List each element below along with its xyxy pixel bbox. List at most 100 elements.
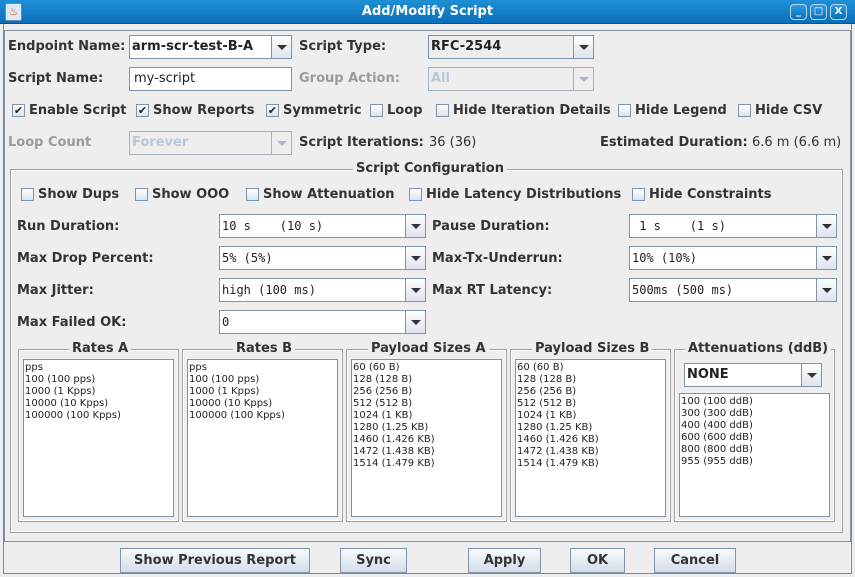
group-action-combo[interactable]: All xyxy=(428,67,594,91)
script-type-combo[interactable]: RFC-2544 xyxy=(428,35,594,59)
hide-iteration-details-checkbox[interactable]: Hide Iteration Details xyxy=(436,103,611,118)
chevron-down-icon[interactable] xyxy=(271,132,291,154)
list-item[interactable]: 1514 (1.479 KB) xyxy=(353,458,500,470)
list-item[interactable]: 300 (300 ddB) xyxy=(681,408,828,420)
loop-checkbox[interactable]: Loop xyxy=(370,103,422,118)
attenuations-list[interactable]: 100 (100 ddB) 300 (300 ddB) 400 (400 ddB… xyxy=(679,393,830,517)
list-item[interactable]: 1024 (1 KB) xyxy=(517,410,664,422)
ok-button[interactable]: OK xyxy=(570,548,625,573)
list-item[interactable]: 1514 (1.479 KB) xyxy=(517,458,664,470)
enable-script-checkbox[interactable]: ✔ Enable Script xyxy=(12,103,126,118)
list-item[interactable]: pps xyxy=(189,362,336,374)
hide-latency-distributions-checkbox[interactable]: Hide Latency Distributions xyxy=(409,187,621,202)
list-item[interactable]: 400 (400 ddB) xyxy=(681,420,828,432)
list-item[interactable]: pps xyxy=(25,362,172,374)
list-item[interactable]: 60 (60 B) xyxy=(517,362,664,374)
list-item[interactable]: 1472 (1.438 KB) xyxy=(353,446,500,458)
show-attenuation-checkbox[interactable]: Show Attenuation xyxy=(246,187,395,202)
checkbox-unchecked-icon[interactable] xyxy=(21,188,34,201)
list-item[interactable]: 1280 (1.25 KB) xyxy=(517,422,664,434)
list-item[interactable]: 512 (512 B) xyxy=(353,398,500,410)
list-item[interactable]: 1460 (1.426 KB) xyxy=(517,434,664,446)
pause-duration-combo[interactable]: 1 s (1 s) xyxy=(629,214,837,238)
endpoint-name-value[interactable]: arm-scr-test-B-A xyxy=(132,39,253,54)
list-item[interactable]: 100 (100 ddB) xyxy=(681,396,828,408)
checkbox-checked-icon[interactable]: ✔ xyxy=(266,104,279,117)
max-jitter-combo[interactable]: high (100 ms) xyxy=(219,278,426,302)
max-tx-underrun-combo[interactable]: 10% (10%) xyxy=(629,246,837,270)
chevron-down-icon[interactable] xyxy=(271,36,291,58)
checkbox-unchecked-icon[interactable] xyxy=(135,188,148,201)
list-item[interactable]: 600 (600 ddB) xyxy=(681,432,828,444)
loop-count-combo[interactable]: Forever xyxy=(129,131,292,155)
list-item[interactable]: 800 (800 ddB) xyxy=(681,444,828,456)
symmetric-checkbox[interactable]: ✔ Symmetric xyxy=(266,103,362,118)
list-item[interactable]: 256 (256 B) xyxy=(353,386,500,398)
hide-csv-checkbox[interactable]: Hide CSV xyxy=(738,103,822,118)
maximize-icon[interactable]: □ xyxy=(810,4,827,20)
list-item[interactable]: 128 (128 B) xyxy=(517,374,664,386)
payload-sizes-b-list[interactable]: 60 (60 B) 128 (128 B) 256 (256 B) 512 (5… xyxy=(515,359,666,517)
checkbox-checked-icon[interactable]: ✔ xyxy=(12,104,25,117)
max-rt-latency-value[interactable]: 500ms (500 ms) xyxy=(632,283,733,297)
chevron-down-icon[interactable] xyxy=(573,68,593,90)
chevron-down-icon[interactable] xyxy=(816,247,836,269)
run-duration-combo[interactable]: 10 s (10 s) xyxy=(219,214,426,238)
list-item[interactable]: 256 (256 B) xyxy=(517,386,664,398)
checkbox-unchecked-icon[interactable] xyxy=(409,188,422,201)
rates-b-list[interactable]: pps 100 (100 pps) 1000 (1 Kpps) 10000 (1… xyxy=(187,359,338,517)
list-item[interactable]: 10000 (10 Kpps) xyxy=(189,398,336,410)
run-duration-value[interactable]: 10 s (10 s) xyxy=(222,219,323,233)
max-failed-ok-value[interactable]: 0 xyxy=(222,315,229,329)
list-item[interactable]: 1472 (1.438 KB) xyxy=(517,446,664,458)
checkbox-unchecked-icon[interactable] xyxy=(738,104,751,117)
cancel-button[interactable]: Cancel xyxy=(654,548,736,573)
chevron-down-icon[interactable] xyxy=(405,247,425,269)
max-jitter-value[interactable]: high (100 ms) xyxy=(222,283,316,297)
max-drop-percent-value[interactable]: 5% (5%) xyxy=(222,251,273,265)
list-item[interactable]: 1000 (1 Kpps) xyxy=(189,386,336,398)
script-name-input[interactable]: my-script xyxy=(129,67,292,91)
close-icon[interactable]: X xyxy=(830,4,847,20)
list-item[interactable]: 1280 (1.25 KB) xyxy=(353,422,500,434)
payload-sizes-a-list[interactable]: 60 (60 B) 128 (128 B) 256 (256 B) 512 (5… xyxy=(351,359,502,517)
max-tx-underrun-value[interactable]: 10% (10%) xyxy=(632,251,697,265)
show-previous-report-button[interactable]: Show Previous Report xyxy=(120,548,310,573)
attenuations-combo[interactable]: NONE xyxy=(684,363,822,387)
rates-a-list[interactable]: pps 100 (100 pps) 1000 (1 Kpps) 10000 (1… xyxy=(23,359,174,517)
apply-button[interactable]: Apply xyxy=(468,548,541,573)
list-item[interactable]: 100000 (100 Kpps) xyxy=(25,410,172,422)
list-item[interactable]: 512 (512 B) xyxy=(517,398,664,410)
chevron-down-icon[interactable] xyxy=(405,215,425,237)
hide-legend-checkbox[interactable]: Hide Legend xyxy=(618,103,727,118)
list-item[interactable]: 955 (955 ddB) xyxy=(681,456,828,468)
chevron-down-icon[interactable] xyxy=(573,36,593,58)
checkbox-unchecked-icon[interactable] xyxy=(246,188,259,201)
chevron-down-icon[interactable] xyxy=(816,215,836,237)
checkbox-checked-icon[interactable]: ✔ xyxy=(136,104,149,117)
pause-duration-value[interactable]: 1 s (1 s) xyxy=(632,219,726,233)
minimize-icon[interactable]: _ xyxy=(790,4,807,20)
endpoint-name-combo[interactable]: arm-scr-test-B-A xyxy=(129,35,292,59)
sync-button[interactable]: Sync xyxy=(340,548,407,573)
show-ooo-checkbox[interactable]: Show OOO xyxy=(135,187,229,202)
checkbox-unchecked-icon[interactable] xyxy=(370,104,383,117)
checkbox-unchecked-icon[interactable] xyxy=(618,104,631,117)
list-item[interactable]: 100 (100 pps) xyxy=(189,374,336,386)
chevron-down-icon[interactable] xyxy=(816,279,836,301)
max-drop-percent-combo[interactable]: 5% (5%) xyxy=(219,246,426,270)
chevron-down-icon[interactable] xyxy=(405,311,425,333)
max-failed-ok-combo[interactable]: 0 xyxy=(219,310,426,334)
list-item[interactable]: 128 (128 B) xyxy=(353,374,500,386)
list-item[interactable]: 100 (100 pps) xyxy=(25,374,172,386)
list-item[interactable]: 100000 (100 Kpps) xyxy=(189,410,336,422)
show-reports-checkbox[interactable]: ✔ Show Reports xyxy=(136,103,255,118)
list-item[interactable]: 1024 (1 KB) xyxy=(353,410,500,422)
checkbox-unchecked-icon[interactable] xyxy=(436,104,449,117)
attenuations-selected[interactable]: NONE xyxy=(687,367,729,382)
show-dups-checkbox[interactable]: Show Dups xyxy=(21,187,119,202)
max-rt-latency-combo[interactable]: 500ms (500 ms) xyxy=(629,278,837,302)
list-item[interactable]: 10000 (10 Kpps) xyxy=(25,398,172,410)
list-item[interactable]: 60 (60 B) xyxy=(353,362,500,374)
list-item[interactable]: 1460 (1.426 KB) xyxy=(353,434,500,446)
